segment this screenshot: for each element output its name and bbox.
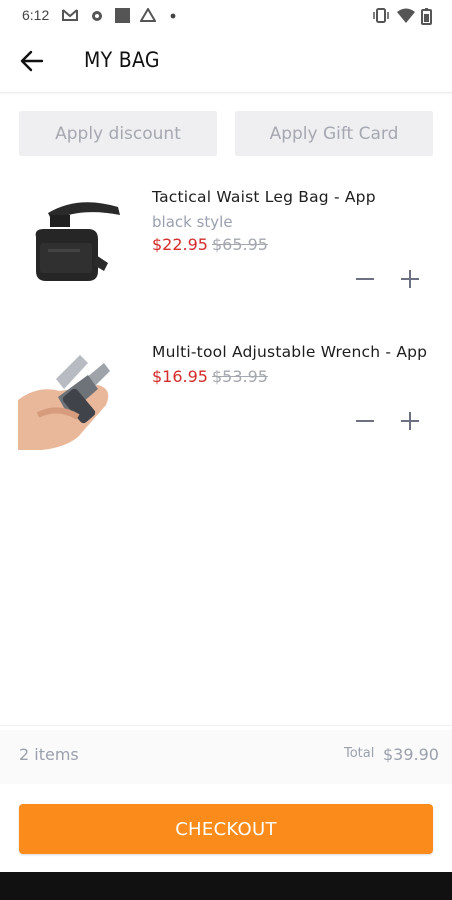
footer-divider — [0, 725, 452, 726]
product-price: $22.95 $65.95 — [152, 235, 268, 254]
battery-icon — [421, 8, 432, 25]
sale-price: $16.95 — [152, 367, 208, 386]
product-name[interactable]: Multi-tool Adjustable Wrench - App — [152, 343, 427, 361]
page-title: MY BAG — [84, 48, 160, 72]
increase-quantity-icon[interactable] — [399, 268, 421, 290]
app-icon — [92, 11, 102, 21]
total-label: Total — [344, 746, 375, 761]
system-nav-bar — [0, 872, 452, 900]
total-value: $39.90 — [383, 745, 439, 764]
items-count: 2 items — [19, 745, 79, 764]
status-time: 6:12 — [22, 7, 50, 23]
product-variant: black style — [152, 213, 233, 231]
dot-icon — [170, 13, 176, 19]
wifi-icon — [397, 8, 415, 23]
square-icon — [115, 8, 130, 23]
increase-quantity-icon[interactable] — [399, 410, 421, 432]
vibrate-icon — [373, 8, 389, 23]
apply-discount-button[interactable]: Apply discount — [19, 111, 217, 156]
decrease-quantity-icon[interactable] — [354, 268, 376, 290]
product-image-multitool[interactable] — [18, 345, 123, 450]
original-price: $53.95 — [211, 367, 268, 386]
decrease-quantity-icon[interactable] — [354, 410, 376, 432]
drive-icon — [140, 8, 156, 22]
sale-price: $22.95 — [152, 235, 208, 254]
back-arrow-icon[interactable] — [18, 48, 46, 74]
status-bar: 6:12 — [0, 0, 452, 30]
apply-gift-card-button[interactable]: Apply Gift Card — [235, 111, 433, 156]
checkout-button[interactable]: CHECKOUT — [19, 804, 433, 854]
product-image-tactical-bag[interactable] — [18, 185, 123, 290]
original-price: $65.95 — [211, 235, 268, 254]
product-name[interactable]: Tactical Waist Leg Bag - App — [152, 188, 376, 206]
app-header: MY BAG — [0, 30, 452, 93]
gmail-icon — [62, 9, 78, 21]
product-price: $16.95 $53.95 — [152, 367, 268, 386]
